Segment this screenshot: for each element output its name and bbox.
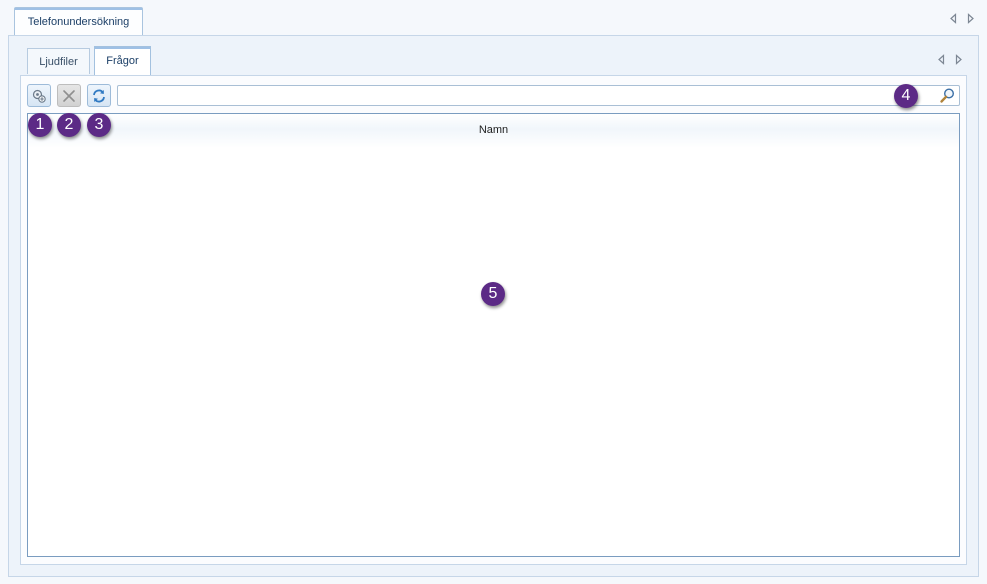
column-header-namn[interactable]: Namn — [28, 114, 959, 148]
search-icon[interactable] — [939, 87, 956, 104]
callout-3: 3 — [87, 113, 111, 137]
tab-label: Ljudfiler — [39, 55, 78, 68]
callout-1: 1 — [28, 113, 52, 137]
questions-grid[interactable]: Namn — [27, 113, 960, 557]
refresh-button[interactable] — [87, 84, 111, 107]
tab-label: Telefonundersökning — [27, 15, 130, 28]
add-question-icon — [32, 89, 46, 103]
delete-icon — [63, 89, 75, 102]
add-button[interactable] — [27, 84, 51, 107]
tab-ljudfiler[interactable]: Ljudfiler — [27, 48, 90, 74]
delete-button[interactable] — [57, 84, 81, 107]
search-field — [117, 85, 960, 106]
scroll-right-icon[interactable] — [954, 54, 963, 65]
column-header-label: Namn — [478, 124, 509, 136]
callout-2: 2 — [57, 113, 81, 137]
scroll-right-icon[interactable] — [966, 13, 975, 24]
callout-5: 5 — [481, 282, 505, 306]
scroll-left-icon[interactable] — [949, 13, 958, 24]
tab-label: Frågor — [106, 55, 139, 67]
tab-telefonundersokning[interactable]: Telefonundersökning — [14, 7, 143, 35]
search-input[interactable] — [120, 87, 938, 104]
callout-4: 4 — [894, 84, 918, 108]
outer-tab-scroll — [949, 13, 975, 24]
refresh-icon — [93, 89, 105, 102]
scroll-left-icon[interactable] — [937, 54, 946, 65]
tab-fragor[interactable]: Frågor — [94, 46, 151, 75]
inner-tab-scroll — [937, 54, 963, 65]
